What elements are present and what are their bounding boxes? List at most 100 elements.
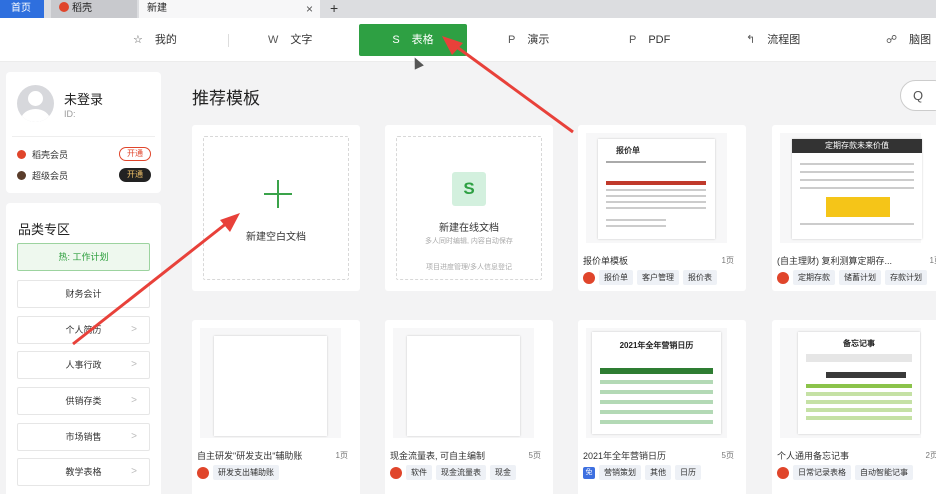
- nav-mind[interactable]: ☍ 脑图: [886, 24, 931, 56]
- tag[interactable]: 现金: [490, 465, 516, 480]
- new-blank-card[interactable]: 新建空白文档: [192, 125, 360, 291]
- tab-wps[interactable]: 稻壳: [51, 0, 137, 18]
- tag[interactable]: 营销策划: [599, 465, 641, 480]
- tag[interactable]: 自动智能记事: [855, 465, 913, 480]
- template-title: (自主理财) 复利测算定期存...: [777, 256, 892, 266]
- tab-home[interactable]: 首页: [0, 0, 44, 18]
- dashed-border: [396, 136, 542, 280]
- tab-bar: 首页 稻壳 新建 × +: [0, 0, 936, 18]
- category-item-label: 供销存类: [65, 396, 102, 406]
- template-tags: 软件 现金流量表 现金: [390, 465, 516, 480]
- tab-new[interactable]: 新建 ×: [139, 0, 320, 18]
- category-item-supply[interactable]: 供销存类 >: [17, 387, 150, 415]
- app-window: 首页 稻壳 新建 × + ☆ 我的 W 文字 S 表格 P 演示 P PDF ↰ 流程图 ☍ 脑…: [0, 0, 936, 494]
- category-item-marketing[interactable]: 市场销售 >: [17, 423, 150, 451]
- docer-icon: [197, 466, 209, 479]
- template-title: 现金流量表, 可自主编制: [390, 451, 486, 461]
- template-card[interactable]: 2021年全年营销日历 2021年全年营销日历 5页 免 营销策划 其他 日历: [578, 320, 746, 494]
- nav-mind-label: 脑图: [909, 34, 932, 46]
- category-item-teaching[interactable]: 教学表格 >: [17, 458, 150, 486]
- flowchart-icon: ↰: [746, 34, 756, 46]
- tag[interactable]: 现金流量表: [436, 465, 486, 480]
- tag[interactable]: 客户管理: [637, 270, 679, 285]
- template-thumbnail: 2021年全年营销日历: [586, 328, 727, 438]
- tag[interactable]: 其他: [645, 465, 671, 480]
- template-card[interactable]: 现金流量表, 可自主编制 5页 软件 现金流量表 现金: [385, 320, 553, 494]
- chevron-right-icon: >: [131, 431, 137, 442]
- add-tab-button[interactable]: +: [330, 0, 338, 17]
- template-thumbnail: 定期存款未来价值: [780, 133, 922, 243]
- template-card[interactable]: 报价单 报价单模板 1页 报价单 客户管理 报价表: [578, 125, 746, 291]
- tag[interactable]: 日历: [675, 465, 701, 480]
- nav-mine-label: 我的: [154, 34, 177, 46]
- template-pages: 5页: [528, 451, 541, 460]
- new-blank-label: 新建空白文档: [246, 232, 306, 243]
- super-member-icon: [17, 171, 26, 180]
- tag[interactable]: 报价表: [683, 270, 717, 285]
- nav-present[interactable]: P 演示: [508, 24, 549, 56]
- open-super-button[interactable]: 开通: [119, 168, 151, 182]
- nav-sheet[interactable]: S 表格: [359, 24, 467, 56]
- avatar[interactable]: [17, 85, 54, 122]
- sheet-icon: S: [392, 34, 400, 46]
- member-docer: 稻壳会员: [17, 148, 68, 161]
- section-title: 推荐模板: [192, 89, 260, 108]
- docer-icon: [777, 466, 789, 479]
- wps-logo-icon: [59, 2, 69, 12]
- member-super: 超级会员: [17, 169, 68, 182]
- category-item-label: 人事行政: [65, 360, 102, 370]
- tag[interactable]: 日常记录表格: [793, 465, 851, 480]
- member-docer-label: 稻壳会员: [32, 150, 69, 160]
- template-thumbnail: 报价单: [586, 133, 727, 243]
- template-card[interactable]: 自主研发"研发支出"辅助账 1页 研发支出辅助账: [192, 320, 360, 494]
- search-button[interactable]: Q: [900, 80, 936, 111]
- tag[interactable]: 存款计划: [885, 270, 927, 285]
- nav-mine[interactable]: ☆ 我的: [133, 24, 177, 56]
- nav-text[interactable]: W 文字: [268, 24, 312, 56]
- chevron-right-icon: >: [131, 359, 137, 370]
- tab-new-label: 新建: [147, 3, 167, 14]
- docer-icon: [17, 150, 26, 159]
- tag[interactable]: 报价单: [599, 270, 633, 285]
- docer-icon: [777, 271, 789, 284]
- nav-text-label: 文字: [290, 34, 313, 46]
- template-card[interactable]: 定期存款未来价值 (自主理财) 复利测算定期存... 1页 定期存款 储蓄计划 …: [772, 125, 936, 291]
- category-item-hot[interactable]: 热: 工作计划: [17, 243, 150, 271]
- tag[interactable]: 定期存款: [793, 270, 835, 285]
- category-item-hr[interactable]: 人事行政 >: [17, 351, 150, 379]
- template-pages: 2页: [925, 451, 936, 460]
- doc-type-nav: ☆ 我的 W 文字 S 表格 P 演示 P PDF ↰ 流程图 ☍ 脑图: [0, 18, 936, 62]
- nav-flow[interactable]: ↰ 流程图: [746, 24, 800, 56]
- template-thumbnail: [200, 328, 341, 438]
- nav-sheet-label: 表格: [411, 34, 434, 46]
- tag[interactable]: 软件: [406, 465, 432, 480]
- search-icon: Q: [913, 88, 924, 103]
- user-name[interactable]: 未登录: [64, 89, 103, 108]
- category-item-finance[interactable]: 财务会计: [17, 280, 150, 308]
- tag[interactable]: 研发支出辅助账: [213, 465, 279, 480]
- open-docer-button[interactable]: 开通: [119, 147, 151, 161]
- template-card[interactable]: 备忘记事 个人通用备忘记事 2页 日常记录表格 自动智能记事: [772, 320, 936, 494]
- template-title: 个人通用备忘记事: [777, 451, 850, 461]
- thumb-title: 定期存款未来价值: [792, 139, 922, 153]
- chevron-right-icon: >: [131, 395, 137, 406]
- template-thumbnail: 备忘记事: [780, 328, 921, 438]
- tag[interactable]: 储蓄计划: [839, 270, 881, 285]
- star-icon: ☆: [133, 34, 143, 46]
- sheet-logo-icon: S: [452, 172, 486, 206]
- thumb-title: 报价单: [616, 146, 640, 155]
- template-tags: 研发支出辅助账: [197, 465, 279, 480]
- close-icon[interactable]: ×: [306, 0, 313, 18]
- member-super-label: 超级会员: [32, 171, 69, 181]
- category-title: 品类专区: [18, 222, 71, 237]
- category-item-resume[interactable]: 个人简历 >: [17, 316, 150, 344]
- template-tags: 报价单 客户管理 报价表: [583, 270, 717, 285]
- free-badge-icon: 免: [583, 466, 595, 479]
- template-title: 报价单模板: [583, 256, 629, 266]
- mindmap-icon: ☍: [886, 34, 898, 46]
- thumb-doc: 定期存款未来价值: [792, 139, 922, 239]
- docer-icon: [583, 271, 595, 284]
- nav-pdf[interactable]: P PDF: [629, 24, 670, 56]
- new-online-card[interactable]: S 新建在线文档 多人同时编辑, 内容自动保存 项目进度管理/多人信息登记: [385, 125, 553, 291]
- presentation-icon: P: [508, 34, 516, 46]
